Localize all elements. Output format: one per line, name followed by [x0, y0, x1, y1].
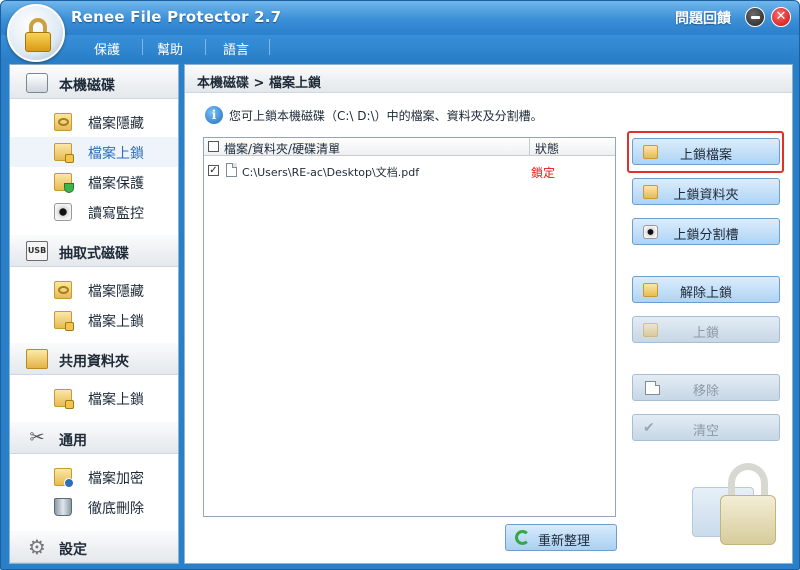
breadcrumb: 本機磁碟 > 檔案上鎖	[197, 76, 321, 91]
file-encrypt-icon	[54, 468, 74, 488]
button-label: 清空	[692, 424, 719, 439]
file-hide-icon	[54, 281, 72, 299]
sidebar-item-share-file-lock[interactable]: 檔案上鎖	[10, 383, 178, 413]
close-button[interactable]: ✕	[771, 7, 791, 27]
sidebar-section-settings[interactable]: ⚙ 設定	[10, 531, 178, 563]
button-label: 上鎖	[692, 326, 719, 341]
app-logo-icon	[7, 4, 65, 62]
sidebar-item-usb-file-hide[interactable]: 檔案隱藏	[10, 275, 178, 305]
table-row[interactable]: ✓ C:\Users\RE-ac\Desktop\文档.pdf 鎖定	[204, 161, 615, 181]
file-protect-icon	[54, 173, 74, 193]
sidebar-item-file-hide[interactable]: 檔案隱藏	[10, 107, 178, 137]
sidebar-section-local-disk[interactable]: 本機磁碟	[10, 67, 178, 99]
sidebar-item-monitor[interactable]: 讀寫監控	[10, 197, 178, 227]
info-text: 您可上鎖本機磁碟（C:\ D:\）中的檔案、資料夾及分割槽。	[229, 109, 543, 123]
sidebar-section-label: 本機磁碟	[59, 78, 115, 94]
sidebar-section-label: 通用	[59, 433, 87, 449]
app-window: Renee File Protector 2.7 問題回饋 ✕ 保護 幫助 語言…	[0, 0, 800, 570]
select-all-checkbox[interactable]	[208, 141, 219, 152]
tools-icon: ✂	[29, 427, 45, 448]
shared-folder-icon	[26, 349, 48, 369]
usb-drive-icon: USB	[26, 241, 48, 261]
sidebar-section-shared-folder[interactable]: 共用資料夾	[10, 343, 178, 375]
button-label: 上鎖分割槽	[673, 228, 739, 243]
sidebar-section-label: 共用資料夾	[59, 354, 129, 370]
sidebar-section-general[interactable]: ✂ 通用	[10, 422, 178, 454]
refresh-button[interactable]: 重新整理	[505, 524, 617, 551]
main-panel: 本機磁碟 > 檔案上鎖 i 您可上鎖本機磁碟（C:\ D:\）中的檔案、資料夾及…	[184, 64, 793, 564]
info-icon: i	[205, 106, 223, 124]
main-header: 本機磁碟 > 檔案上鎖	[185, 65, 792, 93]
menu-help[interactable]: 幫助	[157, 39, 183, 58]
monitor-icon	[54, 203, 72, 221]
minimize-button[interactable]	[745, 7, 765, 27]
hard-drive-icon	[26, 73, 48, 93]
sidebar-item-shred[interactable]: 徹底刪除	[10, 492, 178, 522]
sidebar-item-file-encrypt[interactable]: 檔案加密	[10, 462, 178, 492]
menu-bar: 保護 幫助 語言	[1, 35, 799, 59]
button-label: 移除	[692, 384, 719, 399]
sidebar: 本機磁碟 檔案隱藏 檔案上鎖 檔案保護 讀寫監控 USB 抽取式磁碟 檔案隱藏	[9, 64, 179, 564]
refresh-icon	[515, 530, 530, 545]
list-header: 檔案/資料夾/硬碟清單 狀態	[204, 138, 615, 156]
lock-button[interactable]: 上鎖	[632, 316, 780, 343]
sidebar-item-file-protect[interactable]: 檔案保護	[10, 167, 178, 197]
padlock-watermark-icon	[690, 457, 790, 557]
sidebar-item-label: 檔案上鎖	[88, 146, 144, 162]
sidebar-item-label: 讀寫監控	[88, 206, 144, 222]
sidebar-item-label: 檔案保護	[88, 176, 144, 192]
sidebar-section-removable-disk[interactable]: USB 抽取式磁碟	[10, 235, 178, 267]
settings-icon: ⚙	[28, 535, 46, 559]
lock-folder-button[interactable]: 上鎖資料夾	[632, 178, 780, 205]
button-label: 解除上鎖	[679, 286, 732, 301]
sidebar-item-file-lock[interactable]: 檔案上鎖	[10, 137, 178, 167]
file-lock-icon	[54, 311, 74, 331]
sidebar-item-label: 檔案上鎖	[88, 314, 144, 330]
file-list: 檔案/資料夾/硬碟清單 狀態 ✓ C:\Users\RE-ac\Desktop\…	[203, 137, 616, 517]
lock-partition-button[interactable]: 上鎖分割槽	[632, 218, 780, 245]
sidebar-item-label: 檔案上鎖	[88, 392, 144, 408]
sidebar-section-label: 抽取式磁碟	[59, 246, 129, 262]
sidebar-item-usb-file-lock[interactable]: 檔案上鎖	[10, 305, 178, 335]
sidebar-item-label: 檔案加密	[88, 471, 144, 487]
feedback-link[interactable]: 問題回饋	[675, 8, 731, 28]
menu-protect[interactable]: 保護	[94, 39, 120, 58]
file-lock-icon	[54, 143, 74, 163]
clear-button[interactable]: ✔ 清空	[632, 414, 780, 441]
remove-button[interactable]: 移除	[632, 374, 780, 401]
app-title: Renee File Protector 2.7	[71, 8, 282, 26]
lock-file-button[interactable]: 上鎖檔案	[632, 138, 780, 165]
file-icon	[226, 163, 237, 177]
sidebar-item-label: 檔案隱藏	[88, 284, 144, 300]
unlock-button[interactable]: 解除上鎖	[632, 276, 780, 303]
row-status: 鎖定	[531, 166, 556, 180]
file-hide-icon	[54, 113, 72, 131]
title-bar: Renee File Protector 2.7 問題回饋 ✕	[1, 1, 799, 35]
refresh-label: 重新整理	[538, 534, 591, 549]
column-header-status: 狀態	[535, 142, 560, 156]
column-header-path: 檔案/資料夾/硬碟清單	[224, 142, 341, 156]
button-label: 上鎖檔案	[679, 148, 732, 163]
button-label: 上鎖資料夾	[673, 188, 739, 203]
sidebar-item-label: 徹底刪除	[88, 501, 144, 517]
file-lock-icon	[54, 389, 74, 409]
shred-icon	[54, 498, 72, 516]
sidebar-section-label: 設定	[59, 542, 87, 558]
menu-language[interactable]: 語言	[223, 39, 249, 58]
row-checkbox[interactable]: ✓	[208, 165, 219, 176]
sidebar-item-label: 檔案隱藏	[88, 116, 144, 132]
row-path: C:\Users\RE-ac\Desktop\文档.pdf	[242, 166, 420, 179]
